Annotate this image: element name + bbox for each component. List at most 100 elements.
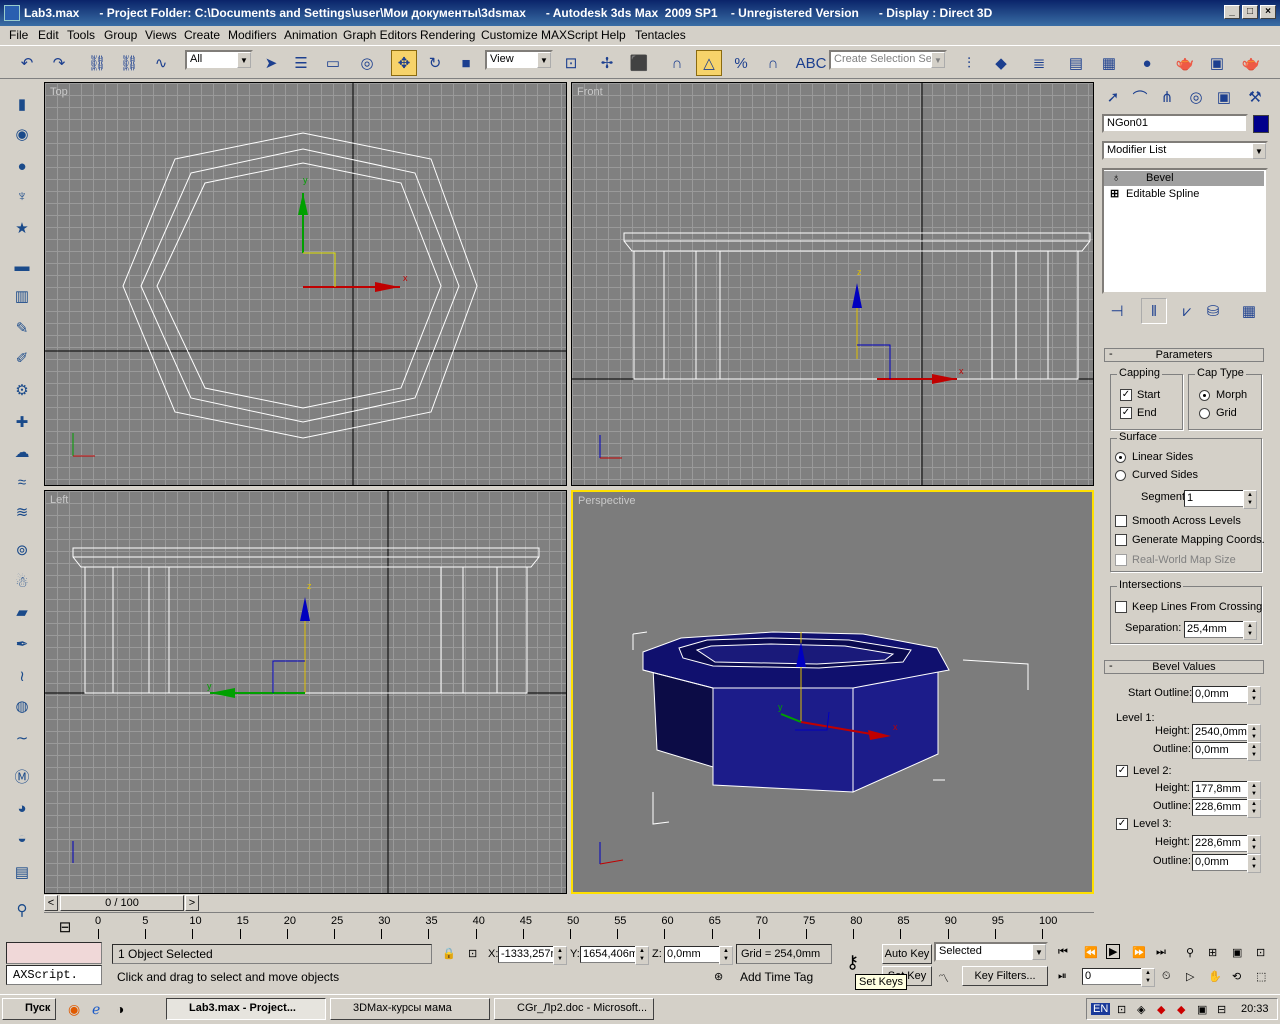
generate-mapping-checkbox[interactable] [1115, 534, 1127, 546]
sphere-icon[interactable]: ● [10, 154, 34, 178]
bevel-values-rollout[interactable]: - Bevel Values [1104, 660, 1264, 674]
window-crossing-icon[interactable]: ◎ [354, 50, 380, 76]
modifier-list-dropdown[interactable]: Modifier List ▼ [1102, 141, 1268, 160]
lightbulb-icon[interactable]: ♁ [1112, 172, 1120, 184]
menu-group[interactable]: Group [104, 28, 137, 42]
morph-radio[interactable] [1199, 390, 1210, 401]
magnifier-icon[interactable]: ⚲ [10, 898, 34, 922]
rectangular-selection-icon[interactable]: ▭ [320, 50, 346, 76]
cylinder-icon[interactable]: ▥ [10, 284, 34, 308]
cloth-icon[interactable]: ▰ [10, 600, 34, 624]
menu-modifiers[interactable]: Modifiers [228, 28, 277, 42]
tray-icon-volume[interactable]: ◈ [1137, 1003, 1145, 1016]
previous-frame-icon[interactable]: ⏪ [1084, 946, 1098, 959]
time-slider[interactable]: < 0 / 100 > [44, 894, 1094, 912]
time-prev-button[interactable]: < [44, 895, 58, 911]
zoom-extents-all-icon[interactable]: ⊡ [1256, 946, 1265, 959]
percent-snap-icon[interactable]: % [728, 50, 754, 76]
key-mode-icon[interactable]: 〽 [938, 970, 949, 986]
viewport-front[interactable]: Front x z [571, 82, 1094, 486]
select-by-name-icon[interactable]: ☰ [288, 50, 314, 76]
tray-icon-network[interactable]: ⊡ [1117, 1003, 1126, 1016]
key-mode-toggle-icon[interactable]: ⏯ [1058, 970, 1067, 983]
parameters-rollout[interactable]: - Parameters [1104, 348, 1264, 362]
camera-icon[interactable]: ✚ [10, 410, 34, 434]
field-of-view-icon[interactable]: ▷ [1186, 970, 1194, 983]
media-player-icon[interactable]: ◑ [116, 1001, 124, 1017]
modify-tab-icon[interactable]: ⌒ [1127, 84, 1153, 110]
viewport-left[interactable]: Left y z [44, 490, 567, 894]
track-bar-toggle-icon[interactable]: ⊟ [52, 914, 78, 940]
brush-icon[interactable]: ✐ [10, 346, 34, 370]
auto-key-button[interactable]: Auto Key [882, 944, 932, 964]
configure-sets-icon[interactable]: ▦ [1236, 298, 1262, 324]
next-frame-icon[interactable]: ⏩ [1132, 946, 1146, 959]
minimize-button[interactable]: _ [1224, 5, 1240, 19]
select-object-icon[interactable]: ➤ [258, 50, 284, 76]
start-outline-spinner[interactable]: 0,0mm [1192, 686, 1261, 705]
language-indicator[interactable]: EN [1091, 1003, 1111, 1015]
track-bar[interactable]: 0 5 10 15 20 25 30 35 40 45 50 55 60 65 70 75 80 85 90 95 10… [44, 912, 1094, 940]
tray-icon-display[interactable]: ▣ [1197, 1003, 1207, 1016]
brush-tool-icon[interactable]: ✒ [10, 632, 34, 656]
x-coordinate-field[interactable]: -1333,257r [498, 946, 567, 965]
current-frame-field[interactable]: 0 [1082, 968, 1155, 987]
quick-render-icon[interactable]: 🫖 [1238, 50, 1264, 76]
object-color-swatch[interactable] [1253, 115, 1269, 133]
select-and-move-icon[interactable]: ✥ [391, 50, 417, 76]
biped-icon[interactable]: ☃ [10, 570, 34, 594]
level1-outline-spinner[interactable]: 0,0mm [1192, 742, 1261, 761]
level1-height-spinner[interactable]: 2540,0mm [1192, 724, 1261, 743]
time-next-button[interactable]: > [185, 895, 199, 911]
segments-spinner[interactable]: 1 [1184, 490, 1257, 509]
menu-help[interactable]: Help [601, 28, 626, 42]
helper-icon[interactable]: ★ [10, 216, 34, 240]
motion-tab-icon[interactable]: ◎ [1183, 84, 1209, 110]
spinner-snap-icon[interactable]: ∩ [760, 50, 786, 76]
y-coordinate-field[interactable]: 1654,406m [580, 946, 649, 965]
taskbar-item-folder[interactable]: 3DMax-курсы мама [330, 998, 490, 1020]
layer-manager-icon[interactable]: ≣ [1026, 50, 1052, 76]
lasso-icon[interactable]: ⊚ [10, 538, 34, 562]
gear-icon[interactable]: ⚙ [10, 378, 34, 402]
menu-file[interactable]: File [9, 28, 28, 42]
select-and-scale-icon[interactable]: ■ [453, 50, 479, 76]
schematic-view-icon[interactable]: ▦ [1096, 50, 1122, 76]
level3-height-spinner[interactable]: 228,6mm [1192, 835, 1261, 854]
separation-spinner[interactable]: 25,4mm [1184, 621, 1257, 640]
internet-explorer-icon[interactable]: ℯ [92, 1001, 100, 1018]
create-tab-icon[interactable]: ➚ [1100, 84, 1126, 110]
pan-icon[interactable]: ✋ [1208, 970, 1222, 983]
menu-views[interactable]: Views [145, 28, 177, 42]
zoom-extents-icon[interactable]: ▣ [1232, 946, 1242, 959]
go-to-start-icon[interactable]: ⏮ [1058, 946, 1068, 959]
viewport-top[interactable]: Top x y [44, 82, 567, 486]
menu-edit[interactable]: Edit [38, 28, 59, 42]
key-selection-dropdown[interactable]: Selected ▼ [934, 942, 1048, 962]
maximize-button[interactable]: □ [1242, 5, 1258, 19]
reference-coordinate-dropdown[interactable]: View ▼ [485, 50, 553, 70]
rope-icon[interactable]: ∼ [10, 726, 34, 750]
key-filters-button[interactable]: Key Filters... [962, 966, 1048, 986]
tray-icon-antivirus[interactable]: ◆ [1157, 1003, 1165, 1016]
hair-icon[interactable]: ≀ [10, 664, 34, 688]
maximize-viewport-icon[interactable]: ⬚ [1256, 970, 1266, 983]
level3-outline-spinner[interactable]: 0,0mm [1192, 854, 1261, 873]
sphere-gizmo-icon[interactable]: ◍ [10, 694, 34, 718]
zoom-icon[interactable]: ⚲ [1186, 946, 1194, 959]
taskbar-item-word[interactable]: CGr_Лр2.doc - Microsoft... [494, 998, 654, 1020]
cap-end-checkbox[interactable]: ✓ [1120, 407, 1132, 419]
start-button[interactable]: Пуск [2, 998, 56, 1020]
align-icon[interactable]: ◆ [988, 50, 1014, 76]
go-to-end-icon[interactable]: ⏭ [1156, 946, 1166, 959]
pivot-center-icon[interactable]: ⊡ [558, 50, 584, 76]
snaps-toggle-icon[interactable]: ∩ [664, 50, 690, 76]
stack-item-editable-spline[interactable]: ⊞ Editable Spline [1104, 187, 1264, 202]
menu-tentacles[interactable]: Tentacles [635, 28, 686, 42]
gray-sphere-icon[interactable]: ◒ [10, 826, 34, 850]
wave-icon[interactable]: ≈ [10, 470, 34, 494]
linear-sides-radio[interactable] [1115, 452, 1126, 463]
display-tab-icon[interactable]: ▣ [1211, 84, 1237, 110]
link-icon[interactable]: ⛓ [84, 50, 110, 76]
list-icon[interactable]: ▤ [10, 860, 34, 884]
